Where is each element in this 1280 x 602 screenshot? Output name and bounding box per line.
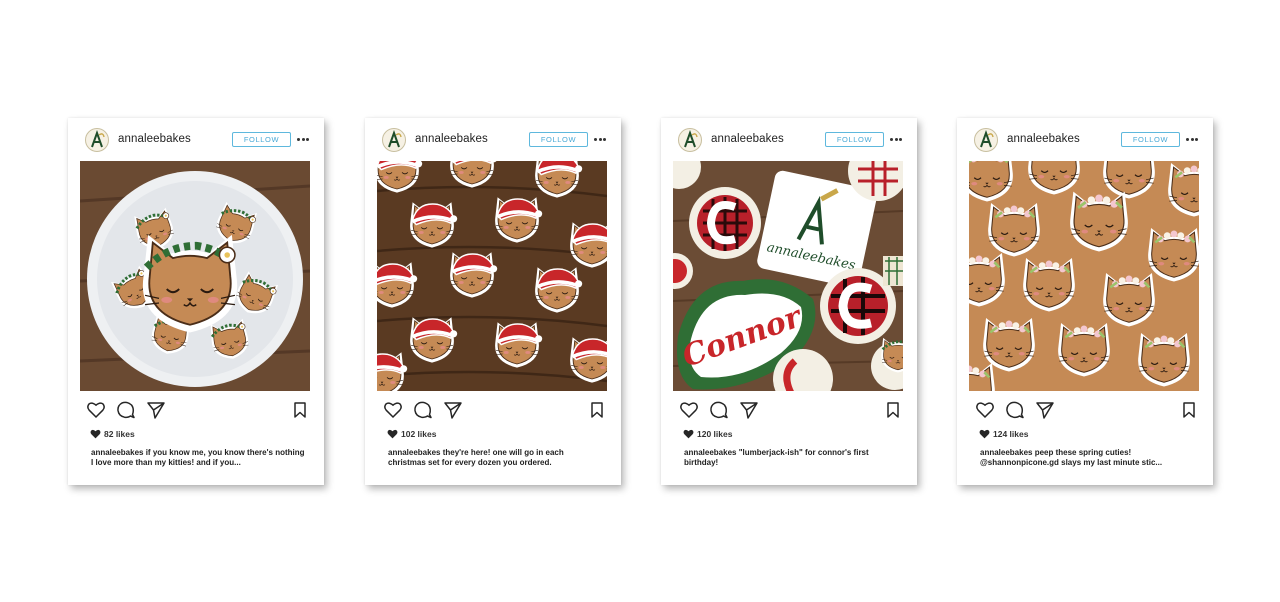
heart-icon[interactable] [679,400,699,420]
heart-icon [387,429,398,439]
post-caption: annaleebakes peep these spring cuties! @… [980,448,1195,468]
username[interactable]: annaleebakes [118,133,191,145]
follow-button[interactable]: FOLLOW [529,132,588,147]
likes-count[interactable]: 102 likes [401,429,436,439]
instagram-post-card: annaleebakes FOLLOW [957,118,1213,485]
likes-count[interactable]: 120 likes [697,429,732,439]
bookmark-icon[interactable] [1179,400,1199,420]
comment-icon[interactable] [1005,400,1025,420]
heart-icon [683,429,694,439]
avatar[interactable] [85,128,109,152]
caption-username[interactable]: annaleebakes [91,448,143,457]
instagram-post-card: annaleebakes FOLLOW annaleebakes Connor … [661,118,917,485]
heart-icon[interactable] [383,400,403,420]
bookmark-icon[interactable] [883,400,903,420]
share-icon[interactable] [146,400,166,420]
more-icon[interactable] [594,138,606,142]
likes-count[interactable]: 124 likes [993,429,1028,439]
post-actions [679,400,903,420]
share-icon[interactable] [1035,400,1055,420]
share-icon[interactable] [739,400,759,420]
avatar-logo-icon [684,130,698,148]
likes-count[interactable]: 82 likes [104,429,135,439]
post-caption: annaleebakes they're here! one will go i… [388,448,603,468]
follow-button[interactable]: FOLLOW [232,132,291,147]
avatar-logo-icon [91,130,105,148]
instagram-post-card: annaleebakes FOLLOW [68,118,324,485]
avatar[interactable] [678,128,702,152]
post-header: annaleebakes FOLLOW [84,128,310,152]
username[interactable]: annaleebakes [1007,133,1080,145]
post-photo[interactable]: annaleebakes Connor [673,161,903,391]
caption-username[interactable]: annaleebakes [684,448,736,457]
post-actions [86,400,310,420]
follow-button[interactable]: FOLLOW [1121,132,1180,147]
username[interactable]: annaleebakes [415,133,488,145]
avatar-logo-icon [980,130,994,148]
bookmark-icon[interactable] [290,400,310,420]
post-header: annaleebakes FOLLOW [973,128,1199,152]
heart-icon[interactable] [86,400,106,420]
more-icon[interactable] [890,138,902,142]
post-photo[interactable] [377,161,607,391]
avatar[interactable] [382,128,406,152]
santa-kitty-cookies-photo [377,161,607,391]
follow-button[interactable]: FOLLOW [825,132,884,147]
instagram-post-card: annaleebakes FOLLOW [365,118,621,485]
post-caption: annaleebakes if you know me, you know th… [91,448,306,468]
caption-username[interactable]: annaleebakes [388,448,440,457]
post-caption: annaleebakes "lumberjack-ish" for connor… [684,448,899,468]
caption-username[interactable]: annaleebakes [980,448,1032,457]
post-photo[interactable] [80,161,310,391]
avatar-logo-icon [388,130,402,148]
post-header: annaleebakes FOLLOW [677,128,903,152]
share-icon[interactable] [443,400,463,420]
heart-icon [90,429,101,439]
post-header: annaleebakes FOLLOW [381,128,607,152]
heart-icon [979,429,990,439]
comment-icon[interactable] [413,400,433,420]
more-icon[interactable] [297,138,309,142]
avatar[interactable] [974,128,998,152]
lumberjack-cookies-photo: annaleebakes Connor [673,161,903,391]
more-icon[interactable] [1186,138,1198,142]
post-actions [975,400,1199,420]
post-actions [383,400,607,420]
username[interactable]: annaleebakes [711,133,784,145]
kitty-cookie-plate-photo [80,161,310,391]
bookmark-icon[interactable] [587,400,607,420]
spring-kitty-stickers-photo [969,161,1199,391]
comment-icon[interactable] [709,400,729,420]
post-photo[interactable] [969,161,1199,391]
heart-icon[interactable] [975,400,995,420]
comment-icon[interactable] [116,400,136,420]
